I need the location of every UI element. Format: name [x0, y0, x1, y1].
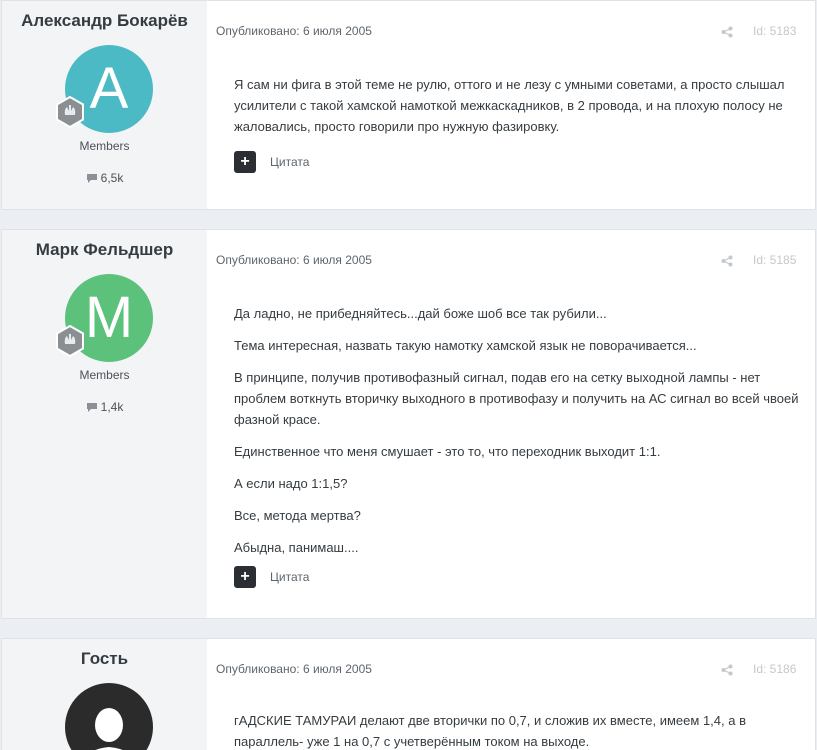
comment-icon: [86, 174, 97, 183]
avatar: [65, 683, 153, 750]
post-5186: Гость Опубликовано: 6 июля 2005 Id: 5186…: [1, 638, 816, 750]
post-id[interactable]: Id: 5186: [753, 662, 796, 676]
post-paragraph: В принципе, получив противофазный сигнал…: [234, 370, 799, 427]
published-date: Опубликовано: 6 июля 2005: [216, 24, 372, 38]
post-5185: Марк Фельдшер M Members 1,4k Опубликован…: [1, 229, 816, 619]
post-paragraph: Тема интересная, назвать такую намотку х…: [234, 338, 697, 353]
comment-icon: [86, 403, 97, 412]
post-count-value: 6,5k: [100, 171, 124, 185]
post-paragraph: Единственное что меня смушает - это то, …: [234, 444, 661, 459]
share-icon[interactable]: [721, 26, 733, 38]
post-count: 6,5k: [2, 171, 207, 185]
member-group: Members: [79, 368, 130, 382]
published-date: Опубликовано: 6 июля 2005: [216, 662, 372, 676]
published-date: Опубликовано: 6 июля 2005: [216, 253, 372, 267]
post-content: гАДСКИЕ ТАМУРАИ делают две вторички по 0…: [234, 710, 804, 750]
share-icon[interactable]: [721, 664, 733, 676]
author-name[interactable]: Марк Фельдшер: [2, 240, 207, 260]
post-actions: + Цитата: [234, 151, 309, 173]
post-paragraph: гАДСКИЕ ТАМУРАИ делают две вторички по 0…: [234, 713, 746, 749]
post-5183: Александр Бокарёв A Members 6,5k Опублик…: [1, 0, 816, 210]
post-count: 1,4k: [2, 400, 207, 414]
author-panel: Марк Фельдшер M Members 1,4k: [2, 230, 207, 618]
author-name: Гость: [80, 649, 129, 668]
post-actions: + Цитата: [234, 566, 309, 588]
post-paragraph: А если надо 1:1,5?: [234, 476, 348, 491]
guest-silhouette-icon: [95, 708, 123, 750]
post-paragraph: Да ладно, не прибедняйтесь...дай боже шо…: [234, 306, 607, 321]
quote-button[interactable]: Цитата: [270, 570, 309, 584]
post-paragraph: Все, метода мертва?: [234, 508, 361, 523]
post-content: Я сам ни фига в этой теме не рулю, оттог…: [234, 74, 804, 148]
member-group: Members: [79, 139, 130, 153]
post-id[interactable]: Id: 5183: [753, 24, 796, 38]
post-count-value: 1,4k: [100, 400, 124, 414]
post-paragraph: Абыдна, панимаш....: [234, 540, 359, 555]
multiquote-plus-button[interactable]: +: [234, 566, 256, 588]
author-panel: Александр Бокарёв A Members 6,5k: [2, 1, 207, 209]
post-paragraph: Я сам ни фига в этой теме не рулю, оттог…: [234, 77, 785, 134]
post-id[interactable]: Id: 5185: [753, 253, 796, 267]
author-panel: Гость: [2, 639, 207, 750]
post-content: Да ладно, не прибедняйтесь...дай боже шо…: [234, 303, 804, 569]
author-name[interactable]: Александр Бокарёв: [2, 11, 207, 31]
multiquote-plus-button[interactable]: +: [234, 151, 256, 173]
quote-button[interactable]: Цитата: [270, 155, 309, 169]
rank-badge-icon: [56, 95, 84, 129]
rank-badge-icon: [56, 324, 84, 358]
share-icon[interactable]: [721, 255, 733, 267]
